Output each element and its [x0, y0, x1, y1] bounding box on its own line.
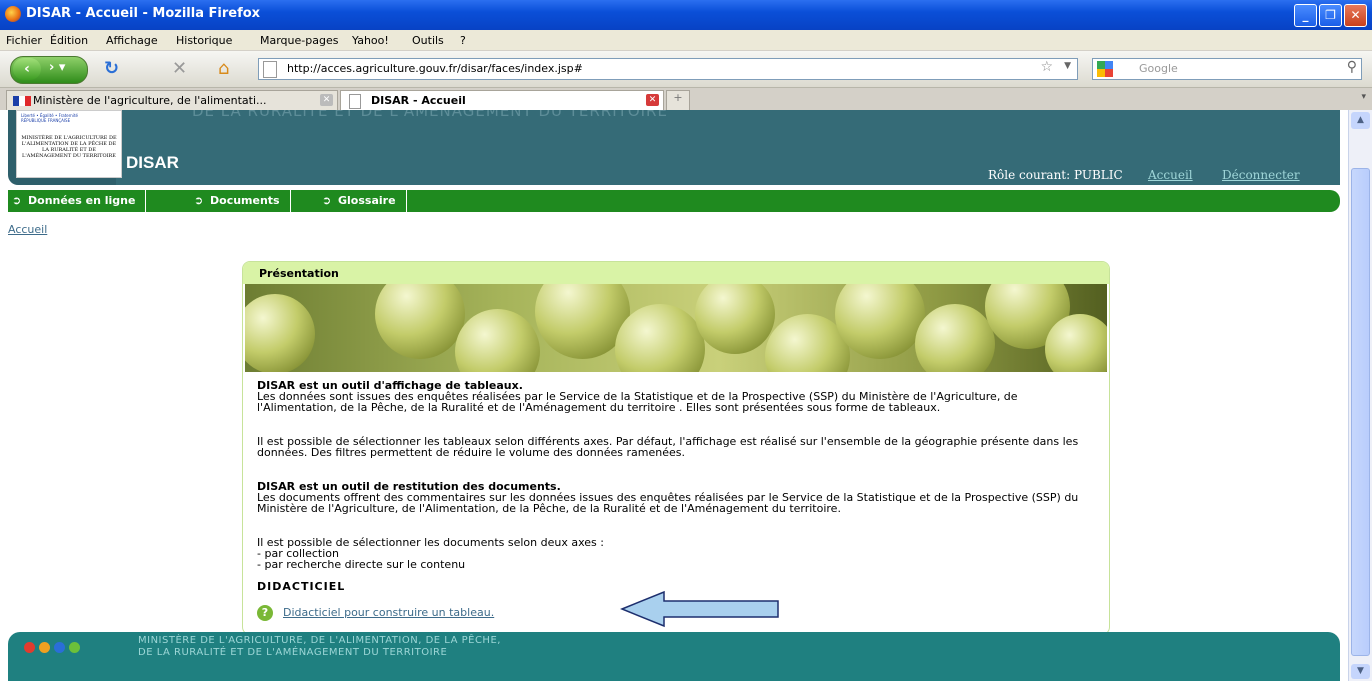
url-bar[interactable]: http://acces.agriculture.gouv.fr/disar/f…	[258, 58, 1078, 80]
stop-icon[interactable]: ✕	[172, 60, 187, 78]
scroll-down-icon[interactable]: ▼	[1351, 664, 1370, 679]
bookmark-star-icon[interactable]: ☆	[1040, 59, 1053, 75]
search-placeholder[interactable]: Google	[1139, 62, 1178, 75]
menu-edition[interactable]: Édition	[50, 34, 88, 47]
nav-documents[interactable]: ➲ Documents	[190, 190, 291, 212]
menu-marque-pages[interactable]: Marque-pages	[260, 34, 338, 47]
panel-title: Présentation	[259, 267, 339, 280]
tab-label: DISAR - Accueil	[371, 94, 466, 107]
menu-bar: Fichier Édition Affichage Historique Mar…	[0, 30, 1372, 51]
forward-button[interactable]: › ▾	[49, 60, 65, 75]
presentation-panel: Présentation DISAR est un outil d'affich…	[242, 261, 1110, 635]
didacticiel-title: DIDACTICIEL	[257, 580, 346, 593]
title-bar: DISAR - Accueil - Mozilla Firefox _ ❐ ✕	[0, 0, 1372, 30]
site-header: DE LA RURALITÉ ET DE L'AMÉNAGEMENT DU TE…	[8, 110, 1340, 185]
navigation-toolbar: ‹ › ▾ ↻ ✕ ⌂ http://acces.agriculture.gou…	[0, 51, 1372, 88]
menu-fichier[interactable]: Fichier	[6, 34, 42, 47]
nav-glossaire[interactable]: ➲ Glossaire	[318, 190, 407, 212]
vertical-scrollbar[interactable]: ▲ ▼	[1348, 110, 1372, 681]
ministry-logo: Liberté • Égalité • Fraternité RÉPUBLIQUE…	[16, 110, 122, 178]
selection-axes: Il est possible de sélectionner les docu…	[257, 536, 604, 571]
menu-yahoo[interactable]: Yahoo!	[352, 34, 389, 47]
chevron-down-icon[interactable]: ▼	[1064, 61, 1071, 71]
search-bar[interactable]: Google ⚲	[1092, 58, 1362, 80]
scroll-up-icon[interactable]: ▲	[1351, 112, 1370, 129]
paragraph: Il est possible de sélectionner les tabl…	[257, 435, 1079, 459]
new-tab-button[interactable]: +	[666, 90, 690, 110]
section-documents: DISAR est un outil de restitution des do…	[257, 481, 1097, 514]
logo-motto: Liberté • Égalité • Fraternité RÉPUBLIQUE…	[21, 113, 78, 123]
back-button[interactable]: ‹	[13, 58, 41, 80]
firefox-icon	[5, 6, 21, 22]
close-tab-icon[interactable]: ✕	[320, 94, 333, 106]
close-tab-icon[interactable]: ✕	[646, 94, 659, 106]
logo-ministry: MINISTÈRE DE L'AGRICULTURE DE L'ALIMENTA…	[21, 135, 117, 159]
menu-help[interactable]: ?	[460, 34, 466, 47]
close-button[interactable]: ✕	[1344, 4, 1367, 27]
nav-donnees-en-ligne[interactable]: ➲ Données en ligne	[8, 190, 147, 212]
url-text[interactable]: http://acces.agriculture.gouv.fr/disar/f…	[287, 62, 583, 75]
menu-outils[interactable]: Outils	[412, 34, 444, 47]
header-tagline: DE LA RURALITÉ ET DE L'AMÉNAGEMENT DU TE…	[192, 110, 668, 120]
google-icon[interactable]	[1097, 61, 1113, 77]
grapes-image	[245, 284, 1107, 372]
tab-list-icon[interactable]: ▾	[1361, 92, 1366, 102]
logout-link[interactable]: Déconnecter	[1222, 168, 1300, 182]
window-title: DISAR - Accueil - Mozilla Firefox	[26, 6, 261, 21]
paragraph: Les documents offrent des commentaires s…	[257, 491, 1079, 515]
page-content: DE LA RURALITÉ ET DE L'AMÉNAGEMENT DU TE…	[0, 110, 1348, 681]
tab-bar: Ministère de l'agriculture, de l'aliment…	[0, 88, 1372, 111]
maximize-button[interactable]: ❐	[1319, 4, 1342, 27]
scroll-thumb[interactable]	[1351, 168, 1370, 656]
main-nav: ➲ Données en ligne ➲ Documents ➲ Glossaire	[8, 190, 1340, 212]
arrow-icon: ➲	[322, 194, 332, 207]
site-footer: MINISTÈRE DE L'AGRICULTURE, DE L'ALIMENT…	[8, 632, 1340, 681]
tab-ministere[interactable]: Ministère de l'agriculture, de l'aliment…	[6, 90, 338, 110]
current-role: Rôle courant: PUBLIC	[988, 168, 1123, 182]
section-tables: DISAR est un outil d'affichage de tablea…	[257, 380, 1097, 413]
footer-text: MINISTÈRE DE L'AGRICULTURE, DE L'ALIMENT…	[138, 635, 501, 658]
didacticiel-link[interactable]: Didacticiel pour construire un tableau.	[283, 606, 494, 619]
paragraph: Les données sont issues des enquêtes réa…	[257, 390, 1018, 414]
menu-historique[interactable]: Historique	[176, 34, 232, 47]
home-link[interactable]: Accueil	[1148, 168, 1193, 182]
arrow-icon: ➲	[194, 194, 204, 207]
menu-affichage[interactable]: Affichage	[106, 34, 158, 47]
home-icon[interactable]: ⌂	[218, 60, 229, 78]
breadcrumb[interactable]: Accueil	[8, 223, 47, 236]
tab-disar-accueil[interactable]: DISAR - Accueil ✕	[340, 90, 664, 110]
page-icon	[349, 94, 361, 109]
reload-icon[interactable]: ↻	[104, 60, 119, 78]
tab-label: Ministère de l'agriculture, de l'aliment…	[33, 94, 267, 107]
back-forward-group: ‹ › ▾	[10, 56, 88, 84]
panel-header: Présentation	[243, 262, 1109, 284]
french-flag-icon	[13, 96, 31, 106]
minimize-button[interactable]: _	[1294, 4, 1317, 27]
arrow-icon: ➲	[12, 194, 22, 207]
page-icon	[263, 61, 277, 78]
help-icon[interactable]: ?	[257, 605, 273, 621]
annotation-arrow	[620, 590, 779, 628]
search-icon[interactable]: ⚲	[1347, 59, 1357, 75]
app-name: DISAR	[126, 153, 179, 172]
